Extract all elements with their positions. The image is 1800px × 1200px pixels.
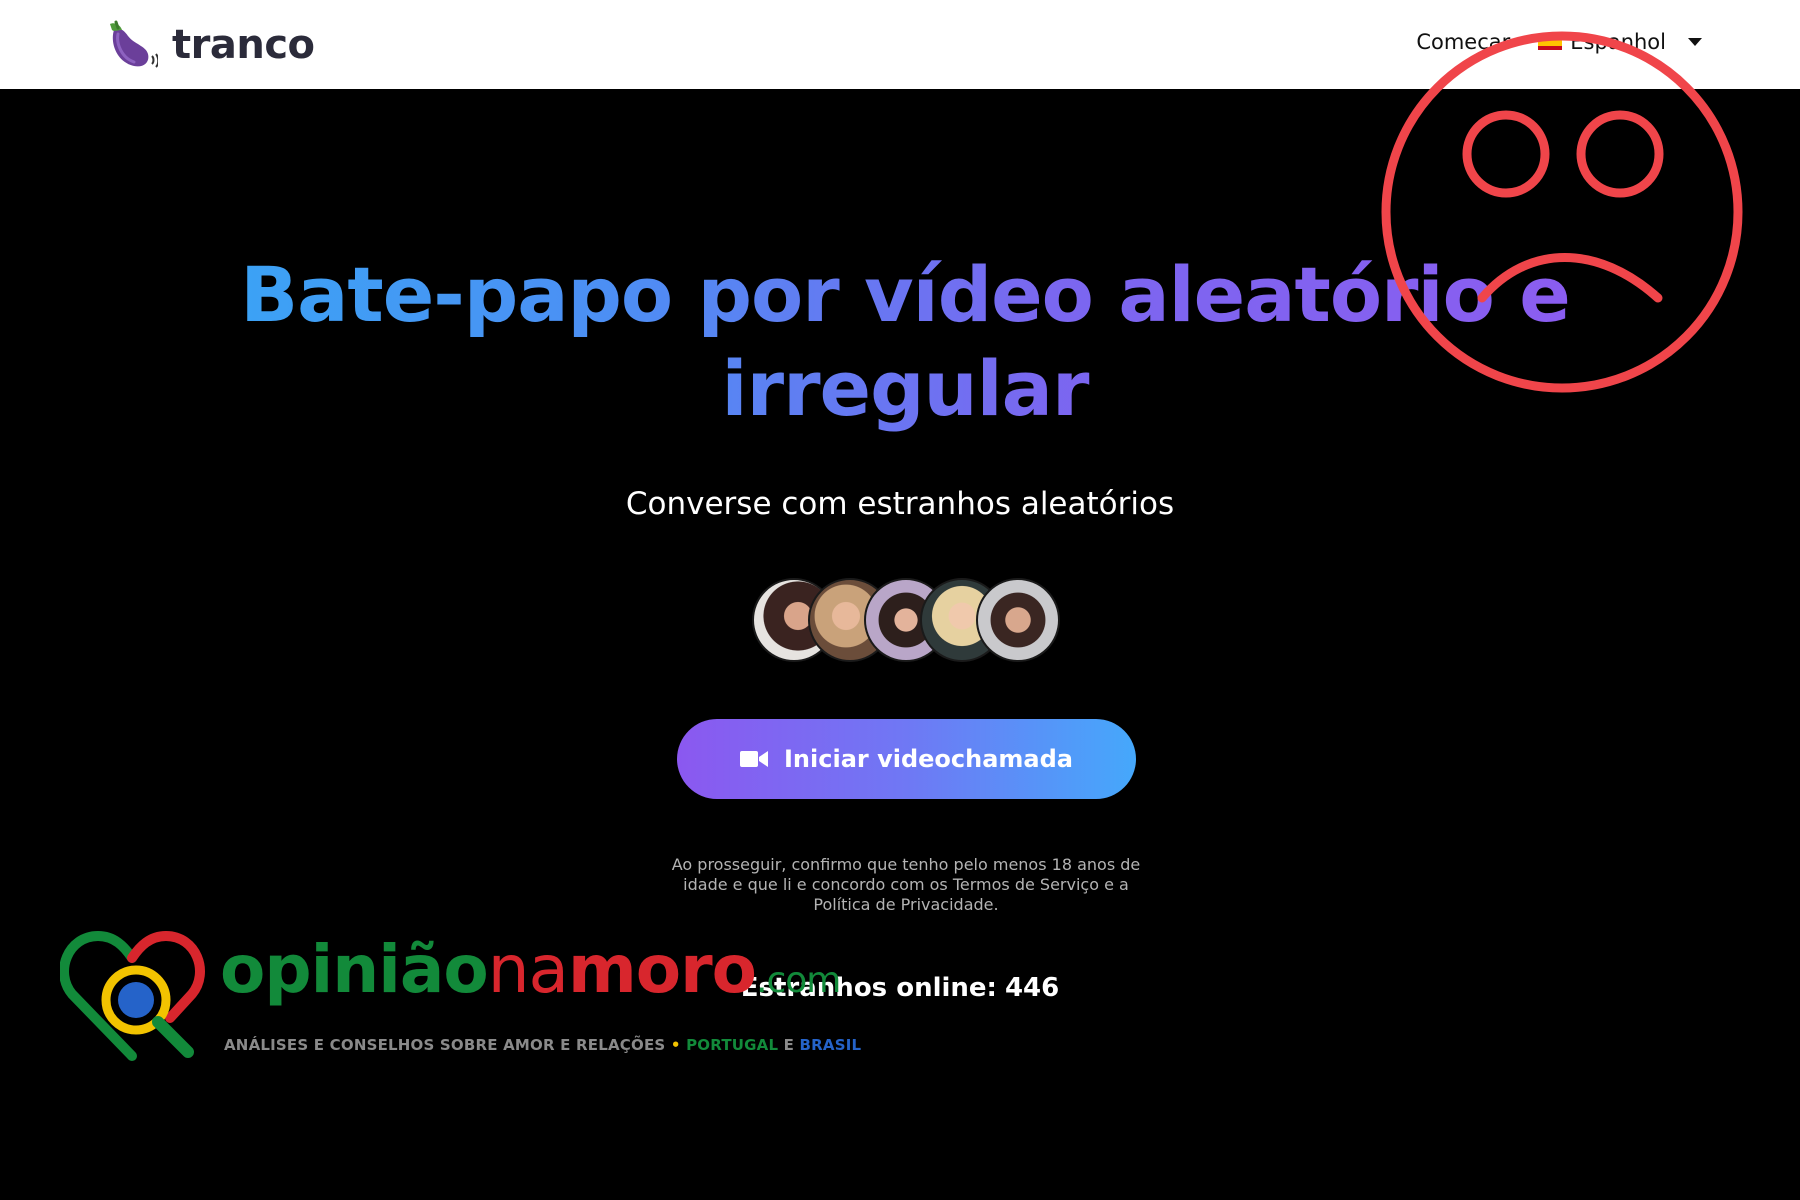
online-count: 446 [1004, 973, 1060, 1003]
page: tranco Começar Espanhol Bate-papo por ví… [0, 0, 1800, 1200]
tagline-portugal: PORTUGAL [686, 1036, 779, 1054]
watermark-suffix: .com [756, 960, 841, 1001]
watermark: opiniãonamoro.com ANÁLISES E CONSELHOS S… [60, 928, 861, 1068]
tagline-brasil: BRASIL [799, 1036, 862, 1054]
sad-face-icon [1381, 31, 1743, 393]
legal-notice: Ao prosseguir, confirmo que tenho pelo m… [671, 855, 1141, 914]
hero-title-line1: Bate-papo por vídeo aleatório e [240, 250, 1570, 339]
tagline-text: ANÁLISES E CONSELHOS SOBRE AMOR E RELAÇÕ… [224, 1036, 666, 1054]
start-video-call-button[interactable]: Iniciar videochamada [677, 719, 1136, 799]
watermark-tagline: ANÁLISES E CONSELHOS SOBRE AMOR E RELAÇÕ… [224, 1036, 861, 1054]
watermark-name: opiniãonamoro.com [220, 928, 841, 1023]
cta-label: Iniciar videochamada [784, 745, 1073, 773]
watermark-part3: moro [567, 931, 757, 1008]
watermark-part1: opinião [220, 931, 489, 1008]
tagline-dot: • [670, 1036, 681, 1054]
watermark-part2: na [487, 931, 569, 1008]
heart-magnifier-logo [60, 930, 205, 1061]
avatar [976, 578, 1060, 662]
eggplant-icon [110, 20, 158, 68]
video-camera-icon [740, 751, 768, 767]
brand[interactable]: tranco [104, 18, 315, 72]
tagline-and: E [783, 1036, 795, 1054]
brand-name: tranco [172, 22, 315, 68]
hero-title-line2: irregular [721, 344, 1089, 433]
hero-subtitle: Converse com estranhos aleatórios [625, 486, 1175, 522]
avatar-group [752, 578, 1060, 664]
